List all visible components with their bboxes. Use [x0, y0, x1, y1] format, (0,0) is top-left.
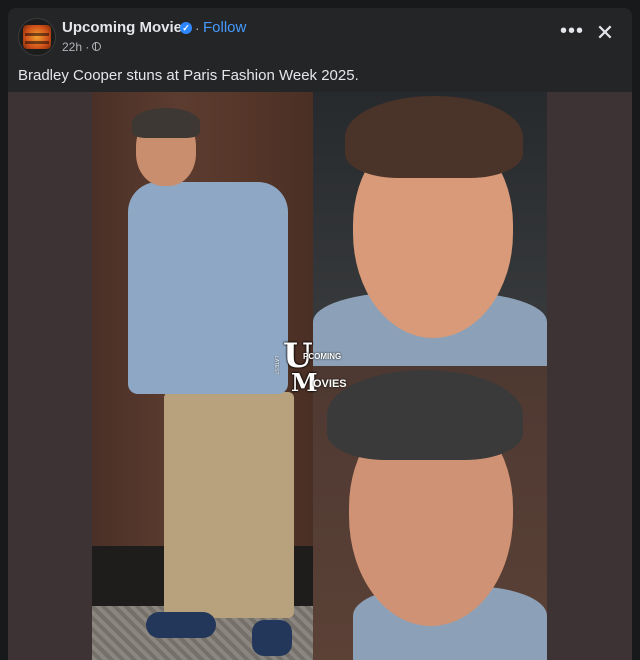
watermark-word: PCOMING	[303, 352, 342, 361]
post-caption: Bradley Cooper stuns at Paris Fashion We…	[18, 67, 359, 84]
photo-shoe	[252, 620, 292, 656]
photo-hair	[327, 370, 523, 460]
page-avatar[interactable]	[18, 18, 56, 56]
verified-badge-icon: ✓	[180, 22, 192, 34]
post-image-collage[interactable]: LATEST U PCOMING M OVIES	[8, 92, 632, 660]
photo-shoe	[146, 612, 216, 638]
follow-button[interactable]: Follow	[203, 19, 246, 36]
separator-dot: ·	[195, 20, 200, 36]
avatar-logo-stripe	[25, 33, 49, 36]
photo-trousers	[164, 392, 294, 618]
post-timestamp[interactable]: 22h ·	[62, 40, 89, 54]
page-name[interactable]: Upcoming Movies	[62, 19, 190, 36]
portrait-photo-top	[313, 92, 547, 366]
watermark-word: OVIES	[313, 378, 347, 390]
avatar-logo	[23, 25, 51, 49]
post-card: Upcoming Movies ✓ · Follow 22h · ••• ✕ B…	[8, 8, 632, 660]
avatar-logo-stripe	[25, 41, 49, 44]
upcoming-movies-watermark: LATEST U PCOMING M OVIES	[273, 336, 355, 398]
watermark-side-text: LATEST	[273, 356, 279, 375]
photo-shirt	[128, 182, 288, 394]
more-options-button[interactable]: •••	[558, 21, 586, 48]
close-button[interactable]: ✕	[594, 22, 616, 44]
photo-hair	[345, 96, 523, 178]
post-header: Upcoming Movies ✓ · Follow 22h · ••• ✕	[8, 8, 632, 66]
photo-hair	[132, 108, 200, 138]
globe-icon	[92, 42, 101, 51]
portrait-photo-bottom	[313, 366, 547, 660]
